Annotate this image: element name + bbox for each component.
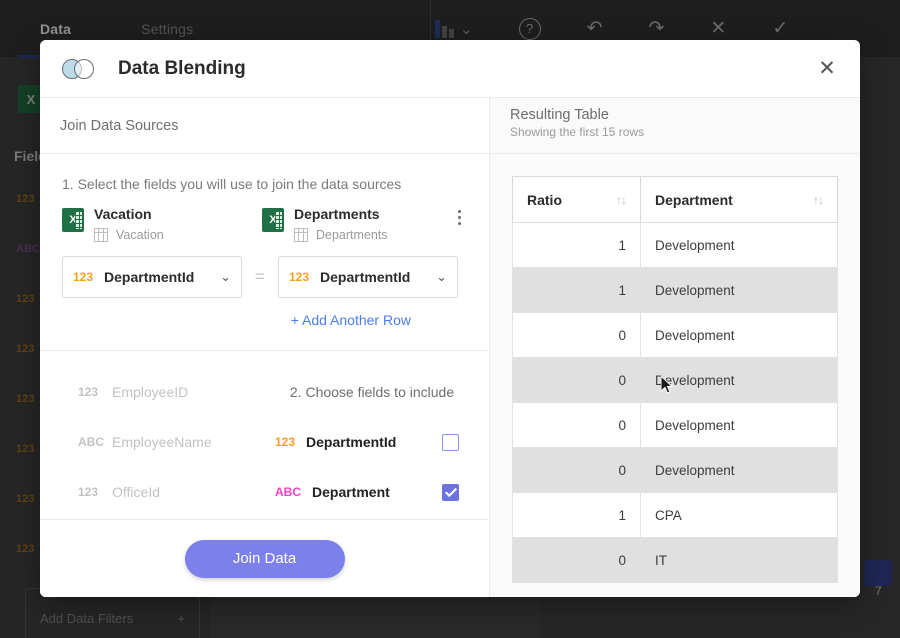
numeric-type-icon: 123 bbox=[275, 435, 296, 449]
screen: X Fields 123 ABC 123 123 123 123 123 123… bbox=[0, 0, 900, 638]
cell-department: Development bbox=[640, 267, 838, 313]
source-name: Vacation bbox=[94, 206, 152, 222]
table-row: 0 Development bbox=[512, 402, 838, 448]
join-field-left-select[interactable]: 123 DepartmentId ⌄ bbox=[62, 256, 242, 298]
result-table-wrapper[interactable]: Ratio ↑↓ Department ↑↓ 1 Development 1 D… bbox=[490, 154, 860, 597]
join-panel: Join Data Sources 1. Select the fields y… bbox=[40, 98, 674, 597]
numeric-type-icon: 123 bbox=[78, 485, 99, 499]
column-label: Department bbox=[655, 191, 733, 208]
cell-department: Development bbox=[640, 357, 838, 403]
source-table-name: Vacation bbox=[116, 228, 164, 242]
dialog-header: Data Blending ✕ bbox=[40, 40, 860, 98]
table-row: 1 CPA bbox=[512, 492, 838, 538]
fields-section: 123 EmployeeID ABC EmployeeName 123 Offi… bbox=[40, 350, 674, 519]
list-item: 123 OfficeId bbox=[40, 467, 255, 517]
chevron-down-icon: ⌄ bbox=[220, 269, 231, 284]
table-header-row: Ratio ↑↓ Department ↑↓ bbox=[512, 176, 838, 223]
result-header: Resulting Table Showing the first 15 row… bbox=[490, 98, 860, 154]
chevron-down-icon: ⌄ bbox=[436, 269, 447, 284]
field-label: DepartmentId bbox=[306, 434, 397, 450]
cell-ratio: 1 bbox=[512, 222, 641, 268]
field-label: EmployeeName bbox=[112, 434, 212, 450]
available-fields-list: 123 EmployeeID ABC EmployeeName 123 Offi… bbox=[40, 351, 255, 519]
field-label: EmployeeID bbox=[112, 384, 189, 400]
more-options-icon[interactable] bbox=[449, 210, 469, 225]
sort-icon[interactable]: ↑↓ bbox=[616, 193, 627, 207]
table-row: 0 Development bbox=[512, 447, 838, 493]
include-field-departmentid[interactable]: 123 DepartmentId bbox=[255, 417, 489, 467]
data-sources-row: X Vacation Vacation X Departments Depart… bbox=[40, 206, 489, 242]
column-label: Ratio bbox=[527, 191, 562, 208]
table-row: 0 Development bbox=[512, 312, 838, 358]
data-source-departments: X Departments Departments bbox=[262, 206, 437, 242]
numeric-type-icon: 123 bbox=[73, 270, 94, 284]
equals-operator: = bbox=[255, 267, 265, 286]
dialog-footer: Join Data bbox=[40, 519, 489, 597]
text-type-icon: ABC bbox=[78, 435, 104, 449]
cell-department: Development bbox=[640, 222, 838, 268]
field-label: Department bbox=[312, 484, 390, 500]
cell-ratio: 0 bbox=[512, 537, 641, 583]
cell-ratio: 0 bbox=[512, 402, 641, 448]
table-icon bbox=[94, 228, 108, 242]
cell-department: Development bbox=[640, 447, 838, 493]
table-row: 0 Development bbox=[512, 357, 838, 403]
cell-ratio: 0 bbox=[512, 357, 641, 403]
text-type-icon: ABC bbox=[275, 485, 301, 499]
table-icon bbox=[294, 228, 308, 242]
cell-ratio: 1 bbox=[512, 267, 641, 313]
join-field-left-value: DepartmentId bbox=[104, 269, 195, 285]
result-subtitle: Showing the first 15 rows bbox=[510, 125, 645, 139]
include-checkbox[interactable] bbox=[442, 483, 459, 501]
excel-file-icon: X bbox=[62, 208, 84, 232]
sort-icon[interactable]: ↑↓ bbox=[813, 193, 824, 207]
numeric-type-icon: 123 bbox=[289, 270, 310, 284]
source-table-name: Departments bbox=[316, 228, 388, 242]
result-table: Ratio ↑↓ Department ↑↓ 1 Development 1 D… bbox=[512, 176, 838, 583]
venn-diagram-icon bbox=[62, 58, 96, 79]
excel-file-icon: X bbox=[262, 208, 284, 232]
cell-department: Development bbox=[640, 312, 838, 358]
result-title: Resulting Table bbox=[510, 107, 609, 123]
join-data-button[interactable]: Join Data bbox=[184, 539, 345, 578]
table-row: 1 Development bbox=[512, 222, 838, 268]
table-row: 1 Development bbox=[512, 267, 838, 313]
result-panel: Resulting Table Showing the first 15 row… bbox=[490, 98, 860, 597]
cell-ratio: 1 bbox=[512, 492, 641, 538]
join-condition-row: 123 DepartmentId ⌄ = 123 DepartmentId ⌄ bbox=[40, 242, 489, 298]
column-header-department[interactable]: Department ↑↓ bbox=[640, 176, 838, 223]
field-label: OfficeId bbox=[112, 484, 160, 500]
data-source-vacation: X Vacation Vacation bbox=[62, 206, 262, 242]
join-panel-title: Join Data Sources bbox=[40, 98, 489, 154]
step1-label: 1. Select the fields you will use to joi… bbox=[62, 176, 402, 192]
dialog-body: Join Data Sources 1. Select the fields y… bbox=[40, 98, 860, 597]
data-blending-dialog: Data Blending ✕ Join Data Sources 1. Sel… bbox=[40, 40, 860, 597]
list-item: 123 EmployeeID bbox=[40, 367, 255, 417]
dialog-title: Data Blending bbox=[118, 57, 246, 79]
include-field-department[interactable]: ABC Department bbox=[255, 467, 489, 517]
cell-ratio: 0 bbox=[512, 447, 641, 493]
cell-department: CPA bbox=[640, 492, 838, 538]
add-another-row-link[interactable]: + Add Another Row bbox=[40, 298, 489, 328]
cell-department: IT bbox=[640, 537, 838, 583]
include-fields-list: 2. Choose fields to include 123 Departme… bbox=[255, 351, 674, 519]
step2-label: 2. Choose fields to include bbox=[289, 384, 455, 400]
cell-ratio: 0 bbox=[512, 312, 641, 358]
join-field-right-select[interactable]: 123 DepartmentId ⌄ bbox=[278, 256, 458, 298]
column-header-ratio[interactable]: Ratio ↑↓ bbox=[512, 176, 641, 223]
join-field-right-value: DepartmentId bbox=[320, 269, 411, 285]
table-row: 0 IT bbox=[512, 537, 838, 583]
source-name: Departments bbox=[294, 206, 380, 222]
numeric-type-icon: 123 bbox=[78, 385, 99, 399]
cell-department: Development bbox=[640, 402, 838, 448]
include-checkbox[interactable] bbox=[442, 433, 459, 451]
close-dialog-button[interactable]: ✕ bbox=[810, 52, 844, 86]
list-item: ABC EmployeeName bbox=[40, 417, 255, 467]
